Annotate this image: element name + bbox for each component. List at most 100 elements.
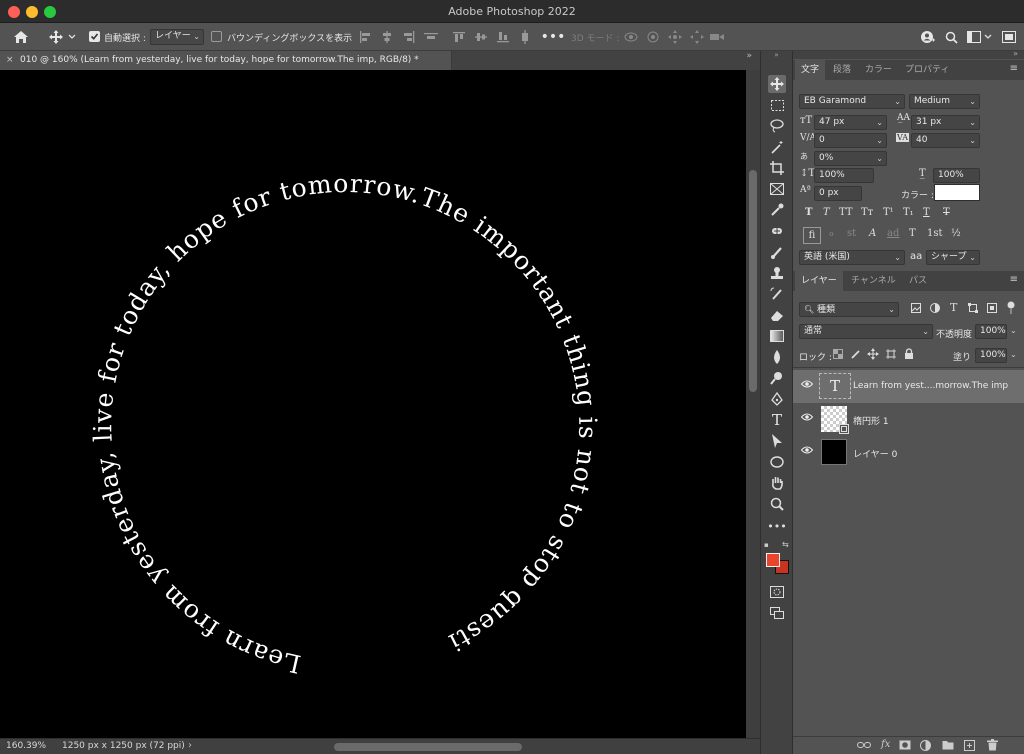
fractions-button[interactable]: ½: [951, 228, 961, 239]
tab-properties[interactable]: プロパティ: [899, 60, 955, 80]
lock-position-icon[interactable]: [867, 348, 879, 363]
default-colors-icon[interactable]: ▪: [764, 541, 769, 549]
ellipse-tool[interactable]: [768, 453, 786, 471]
close-tab-icon[interactable]: ×: [6, 55, 14, 65]
zoom-level[interactable]: 160.39%: [6, 741, 46, 751]
collapse-panels-icon[interactable]: »: [746, 51, 752, 61]
brush-tool[interactable]: [768, 243, 786, 261]
status-chevron-right-icon[interactable]: ›: [188, 740, 192, 751]
blur-tool[interactable]: [768, 348, 786, 366]
hand-tool[interactable]: [768, 474, 786, 492]
tsume-input[interactable]: 0% ⌄: [814, 151, 887, 166]
swap-colors-icon[interactable]: ⇆: [782, 540, 789, 549]
distribute-icon[interactable]: [422, 28, 440, 46]
layers-panel-menu-icon[interactable]: ≡: [1010, 274, 1018, 285]
opacity-input[interactable]: 100%: [975, 324, 1007, 339]
fill-input[interactable]: 100%: [975, 348, 1007, 363]
tab-paragraph[interactable]: 段落: [827, 60, 857, 80]
lock-all-icon[interactable]: [904, 348, 914, 363]
filter-type-layers-icon[interactable]: T: [950, 301, 957, 314]
home-icon[interactable]: [10, 28, 32, 46]
healing-brush-tool[interactable]: [768, 222, 786, 240]
text-color-swatch[interactable]: [934, 184, 980, 201]
path-selection-tool[interactable]: [768, 432, 786, 450]
horizontal-scroll-thumb[interactable]: [334, 743, 522, 751]
lock-image-pixels-icon[interactable]: [851, 349, 861, 362]
workspace-icon[interactable]: [965, 28, 983, 46]
superscript-button[interactable]: T¹: [883, 207, 894, 218]
horizontal-scale-input[interactable]: 100%: [933, 168, 980, 183]
filter-pixel-layers-icon[interactable]: [911, 303, 921, 316]
small-caps-button[interactable]: Tт: [861, 207, 873, 218]
type-tool[interactable]: T: [768, 411, 786, 429]
move-tool[interactable]: [768, 75, 786, 93]
antialias-select[interactable]: シャープ ⌄: [926, 250, 980, 265]
align-middle-icon[interactable]: [472, 28, 490, 46]
visibility-eye-icon[interactable]: [800, 446, 814, 457]
tool-preset-chevron-down-icon[interactable]: [66, 31, 78, 43]
eraser-tool[interactable]: [768, 306, 786, 324]
filter-smart-objects-icon[interactable]: [987, 303, 997, 316]
tab-color[interactable]: カラー: [859, 60, 898, 80]
subscript-button[interactable]: T₁: [903, 207, 914, 218]
marquee-tool[interactable]: [768, 96, 786, 114]
tab-channels[interactable]: チャンネル: [845, 271, 902, 291]
zoom-tool[interactable]: [768, 495, 786, 513]
blend-mode-select[interactable]: 通常 ⌄: [799, 324, 933, 339]
titling-alternates-button[interactable]: T: [909, 228, 916, 239]
auto-select-target-select[interactable]: レイヤー ⌄: [150, 29, 204, 45]
workspace-chevron-down-icon[interactable]: [983, 31, 993, 43]
link-layers-icon[interactable]: [857, 740, 871, 753]
search-icon[interactable]: [942, 28, 960, 46]
font-size-input[interactable]: 47 px ⌄: [814, 115, 887, 130]
vertical-scrollbar[interactable]: [746, 70, 760, 738]
layer-row-background[interactable]: レイヤー 0: [793, 436, 1024, 469]
fill-chevron-down-icon[interactable]: ⌄: [1010, 350, 1017, 359]
screen-mode-icon[interactable]: [768, 604, 786, 622]
layer-style-fx-icon[interactable]: fx: [881, 739, 890, 750]
move-tool-icon[interactable]: [46, 28, 66, 46]
lasso-tool[interactable]: [768, 117, 786, 135]
discretionary-ligatures-button[interactable]: ℴ: [829, 228, 834, 239]
underline-button[interactable]: T: [923, 207, 930, 218]
font-family-select[interactable]: EB Garamond ⌄: [799, 94, 905, 109]
layer-row-text[interactable]: T Learn from yest....morrow.The imp: [793, 370, 1024, 403]
circular-text[interactable]: Learn from yesterday, live for today, ho…: [0, 70, 602, 679]
align-right-icon[interactable]: [400, 28, 418, 46]
crop-tool[interactable]: [768, 159, 786, 177]
orbit-3d-icon[interactable]: [622, 28, 640, 46]
filter-adjustment-layers-icon[interactable]: [930, 303, 940, 316]
panel-collapse-icon[interactable]: »: [1013, 49, 1018, 58]
pen-tool[interactable]: [768, 390, 786, 408]
dodge-tool[interactable]: [768, 369, 786, 387]
visibility-eye-icon[interactable]: [800, 413, 814, 424]
faux-bold-button[interactable]: T: [805, 207, 812, 218]
tab-layers[interactable]: レイヤー: [795, 271, 843, 291]
contextual-alternates-button[interactable]: st: [847, 228, 856, 239]
pan-3d-icon[interactable]: [666, 28, 684, 46]
swash-button[interactable]: A: [869, 228, 876, 239]
slide-3d-icon[interactable]: [688, 28, 706, 46]
faux-italic-button[interactable]: T: [823, 207, 830, 218]
opacity-chevron-down-icon[interactable]: ⌄: [1010, 326, 1017, 335]
lock-artboard-icon[interactable]: [886, 349, 896, 362]
trash-icon[interactable]: [987, 739, 998, 754]
new-adjustment-layer-icon[interactable]: [920, 740, 931, 754]
document-tab[interactable]: × 010 @ 160% (Learn from yesterday, live…: [0, 51, 452, 70]
vertical-scale-input[interactable]: 100%: [814, 168, 874, 183]
ligatures-button[interactable]: fi: [803, 227, 821, 244]
video-3d-icon[interactable]: [708, 28, 726, 46]
more-options-icon[interactable]: •••: [541, 28, 566, 46]
magic-wand-tool[interactable]: [768, 138, 786, 156]
visibility-eye-icon[interactable]: [800, 380, 814, 391]
add-mask-icon[interactable]: [899, 740, 911, 753]
bounding-box-checkbox[interactable]: [211, 31, 222, 42]
leading-input[interactable]: 31 px ⌄: [911, 115, 980, 130]
font-style-select[interactable]: Medium ⌄: [909, 94, 980, 109]
ordinals-button[interactable]: 1st: [927, 228, 943, 239]
kerning-input[interactable]: 0 ⌄: [814, 133, 887, 148]
tab-paths[interactable]: パス: [903, 271, 933, 291]
eyedropper-tool[interactable]: [768, 201, 786, 219]
align-center-icon[interactable]: [378, 28, 396, 46]
stylistic-alternates-button[interactable]: ad: [887, 228, 899, 239]
